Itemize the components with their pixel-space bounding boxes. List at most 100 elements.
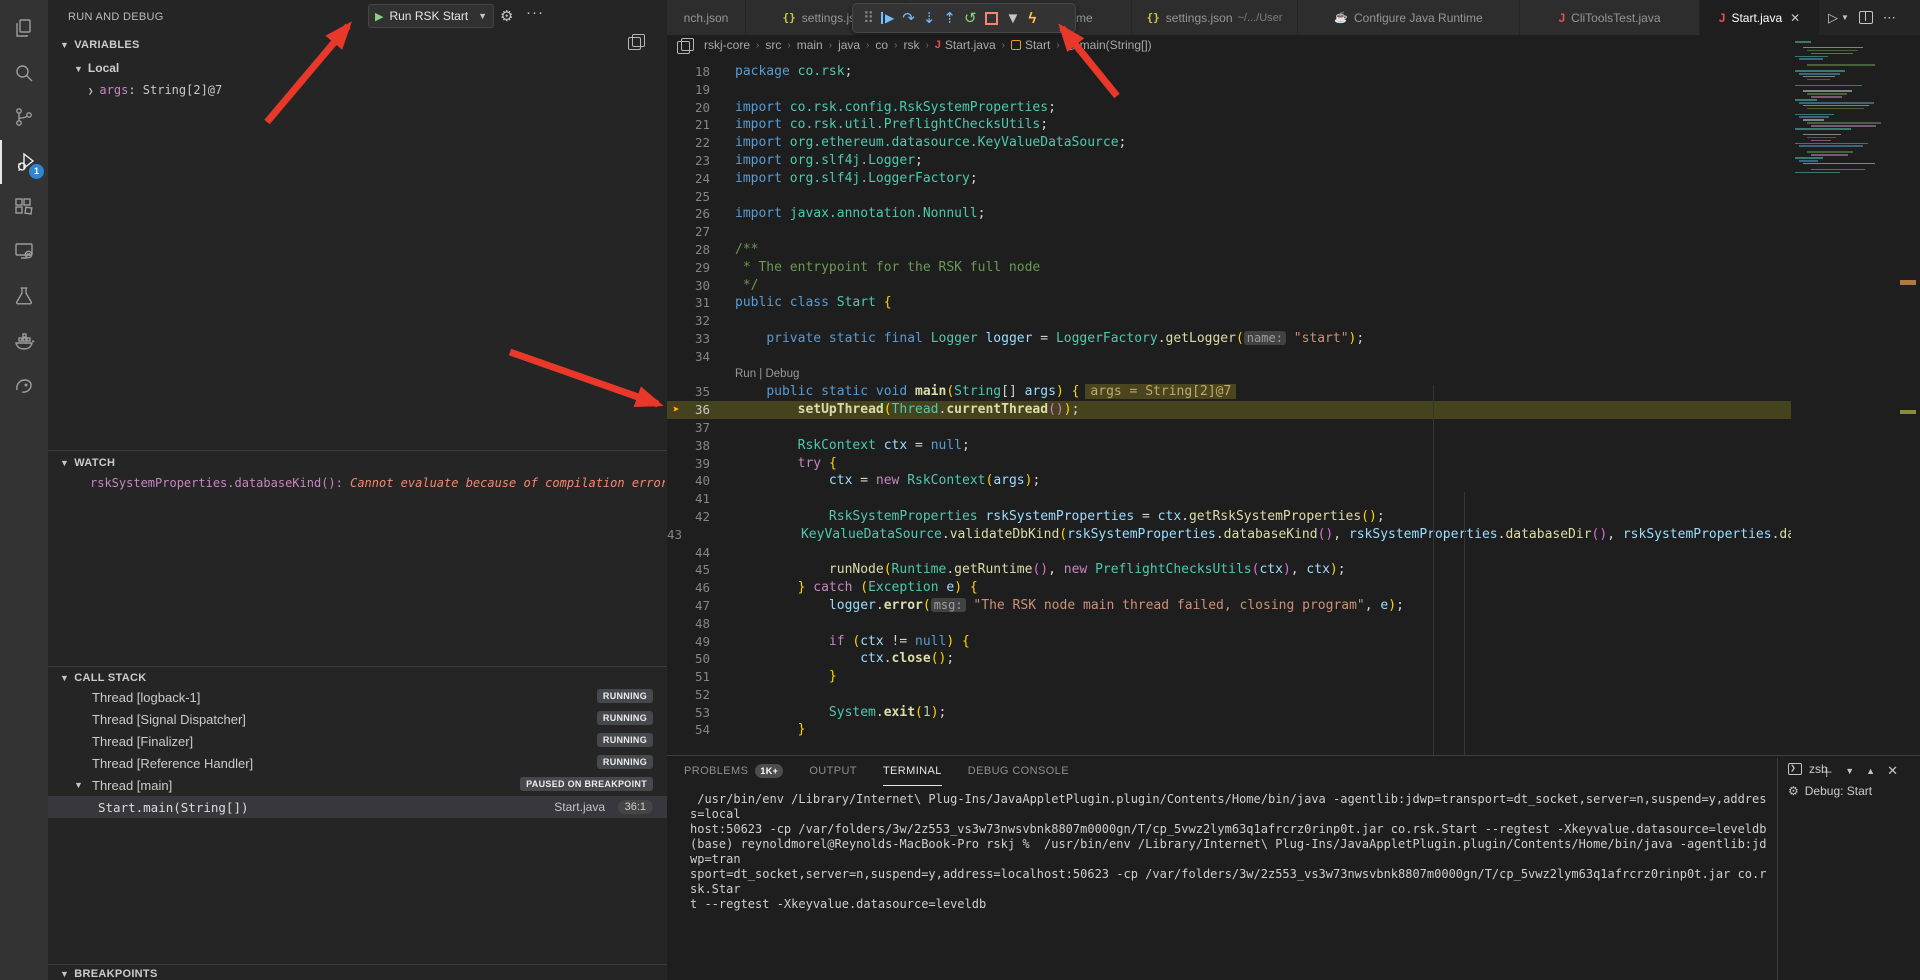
- code-line-19[interactable]: 19: [667, 81, 1791, 99]
- collapse-all-icon[interactable]: [628, 37, 641, 50]
- code-line-52[interactable]: 52: [667, 686, 1791, 704]
- code-line-31[interactable]: 31public class Start {: [667, 294, 1791, 312]
- run-config-label[interactable]: Run RSK Start: [389, 9, 478, 23]
- stop-icon[interactable]: [985, 12, 998, 25]
- chevron-down-icon[interactable]: ▼: [1006, 11, 1021, 26]
- breadcrumb-item[interactable]: main: [797, 38, 823, 52]
- breadcrumb-item[interactable]: src: [765, 38, 781, 52]
- watch-expression[interactable]: rskSystemProperties.databaseKind(): Cann…: [90, 476, 665, 490]
- extensions-icon[interactable]: [0, 184, 48, 228]
- close-icon[interactable]: ✕: [1790, 11, 1800, 25]
- tab-start-java[interactable]: JStart.java✕: [1700, 0, 1820, 35]
- breadcrumb-item[interactable]: main(String[]): [1066, 38, 1152, 52]
- breadcrumb-item[interactable]: java: [838, 38, 860, 52]
- docker-icon[interactable]: [0, 318, 48, 362]
- stack-frame-row[interactable]: Start.main(String[]) Start.java 36:1: [48, 796, 667, 818]
- code-line-50[interactable]: 50 ctx.close();: [667, 650, 1791, 668]
- breadcrumb-folder-icon[interactable]: [677, 41, 690, 54]
- code-line-44[interactable]: 44: [667, 544, 1791, 562]
- more-actions-icon[interactable]: ⋯: [1883, 10, 1896, 26]
- variable-args[interactable]: ❯args: String[2]@7: [88, 83, 222, 97]
- breadcrumb-item[interactable]: rsk: [903, 38, 919, 52]
- more-actions-icon[interactable]: ···: [526, 4, 544, 21]
- codelens-run-debug[interactable]: Run | Debug: [667, 366, 1791, 384]
- step-into-icon[interactable]: ⇣: [923, 11, 936, 26]
- code-line-20[interactable]: 20import co.rsk.config.RskSystemProperti…: [667, 99, 1791, 117]
- code-line-35[interactable]: 35 public static void main(String[] args…: [667, 383, 1791, 401]
- code-line-37[interactable]: 37: [667, 419, 1791, 437]
- code-line-32[interactable]: 32: [667, 312, 1791, 330]
- breakpoint-paused-icon[interactable]: ➤: [673, 401, 680, 419]
- split-editor-icon[interactable]: [1859, 11, 1873, 24]
- tab-terminal[interactable]: TERMINAL: [883, 756, 942, 786]
- tab-clitoolstest-java[interactable]: JCliToolsTest.java: [1520, 0, 1700, 35]
- code-line-30[interactable]: 30 */: [667, 277, 1791, 295]
- source-control-icon[interactable]: [0, 95, 48, 139]
- continue-icon[interactable]: ▶: [881, 12, 894, 24]
- tab-output[interactable]: OUTPUT: [809, 756, 857, 786]
- code-line-49[interactable]: 49 if (ctx != null) {: [667, 633, 1791, 651]
- code-line-43[interactable]: 43 KeyValueDataSource.validateDbKind(rsk…: [667, 526, 1791, 544]
- code-line-46[interactable]: 46 } catch (Exception e) {: [667, 579, 1791, 597]
- code-line-51[interactable]: 51 }: [667, 668, 1791, 686]
- call-stack-thread[interactable]: Thread [Reference Handler]RUNNING: [48, 752, 667, 774]
- terminal-session-zsh[interactable]: ❯ zsh: [1778, 758, 1920, 780]
- code-line-24[interactable]: 24import org.slf4j.LoggerFactory;: [667, 170, 1791, 188]
- code-line-27[interactable]: 27: [667, 223, 1791, 241]
- code-line-38[interactable]: 38 RskContext ctx = null;: [667, 437, 1791, 455]
- run-and-debug-icon[interactable]: 1: [0, 140, 50, 184]
- gear-icon[interactable]: ⚙: [500, 7, 513, 25]
- chevron-down-icon[interactable]: ▼: [1841, 13, 1849, 22]
- testing-icon[interactable]: [0, 274, 48, 318]
- code-line-26[interactable]: 26import javax.annotation.Nonnull;: [667, 205, 1791, 223]
- code-line-18[interactable]: 18package co.rsk;: [667, 63, 1791, 81]
- code-line-36[interactable]: ➤36 setUpThread(Thread.currentThread());: [667, 401, 1791, 419]
- tab-configure-java-runtime[interactable]: ☕Configure Java Runtime: [1298, 0, 1520, 35]
- code-line-42[interactable]: 42 RskSystemProperties rskSystemProperti…: [667, 508, 1791, 526]
- run-config-dropdown[interactable]: ▶ Run RSK Start ▼: [368, 4, 494, 28]
- call-stack-thread[interactable]: Thread [Signal Dispatcher]RUNNING: [48, 708, 667, 730]
- code-editor[interactable]: 18package co.rsk;1920import co.rsk.confi…: [667, 55, 1791, 755]
- terminal-output[interactable]: /usr/bin/env /Library/Internet\ Plug-Ins…: [690, 792, 1770, 912]
- code-line-40[interactable]: 40 ctx = new RskContext(args);: [667, 472, 1791, 490]
- breadcrumb-item[interactable]: Start: [1011, 38, 1050, 52]
- call-stack-section-header[interactable]: ▼CALL STACK: [60, 672, 146, 684]
- code-line-47[interactable]: 47 logger.error(msg: "The RSK node main …: [667, 597, 1791, 615]
- call-stack-thread[interactable]: ▼Thread [main]PAUSED ON BREAKPOINT: [48, 774, 667, 796]
- code-line-23[interactable]: 23import org.slf4j.Logger;: [667, 152, 1791, 170]
- breadcrumb-item[interactable]: JStart.java: [935, 38, 996, 52]
- restart-icon[interactable]: ↺: [964, 11, 977, 26]
- step-over-icon[interactable]: ↷: [902, 11, 915, 26]
- hot-code-replace-icon[interactable]: ϟ: [1028, 11, 1036, 26]
- code-line-33[interactable]: 33 private static final Logger logger = …: [667, 330, 1791, 348]
- code-line-54[interactable]: 54 }: [667, 721, 1791, 739]
- breakpoints-section-header[interactable]: ▼BREAKPOINTS: [60, 968, 158, 980]
- code-line-41[interactable]: 41: [667, 490, 1791, 508]
- tab-debug-console[interactable]: DEBUG CONSOLE: [968, 756, 1069, 786]
- breadcrumb-item[interactable]: rskj-core: [704, 38, 750, 52]
- code-line-22[interactable]: 22import org.ethereum.datasource.KeyValu…: [667, 134, 1791, 152]
- watch-section-header[interactable]: ▼WATCH: [60, 457, 115, 469]
- tab-nch-json[interactable]: nch.json: [667, 0, 746, 35]
- code-line-25[interactable]: 25: [667, 188, 1791, 206]
- variables-scope-local[interactable]: ▼Local: [74, 61, 119, 75]
- step-out-icon[interactable]: ⇡: [943, 11, 956, 26]
- tab-settings-json[interactable]: {}settings.json~/.../User: [1132, 0, 1298, 35]
- code-line-34[interactable]: 34: [667, 348, 1791, 366]
- drag-grip-icon[interactable]: ⠿: [863, 11, 873, 26]
- run-file-icon[interactable]: ▷: [1828, 10, 1838, 26]
- code-line-28[interactable]: 28/**: [667, 241, 1791, 259]
- run-play-icon[interactable]: ▶: [375, 10, 383, 23]
- terminal-session-debug[interactable]: ⚙ Debug: Start: [1778, 780, 1920, 802]
- search-icon[interactable]: [0, 51, 48, 95]
- explorer-icon[interactable]: [0, 6, 48, 50]
- chevron-down-icon[interactable]: ▼: [478, 11, 487, 21]
- code-line-53[interactable]: 53 System.exit(1);: [667, 704, 1791, 722]
- code-line-45[interactable]: 45 runNode(Runtime.getRuntime(), new Pre…: [667, 561, 1791, 579]
- breadcrumb-item[interactable]: co: [875, 38, 888, 52]
- tab-problems[interactable]: PROBLEMS 1K+: [684, 756, 783, 786]
- remote-explorer-icon[interactable]: [0, 229, 48, 273]
- variables-section-header[interactable]: ▼VARIABLES: [60, 39, 140, 51]
- call-stack-thread[interactable]: Thread [Finalizer]RUNNING: [48, 730, 667, 752]
- code-line-29[interactable]: 29 * The entrypoint for the RSK full nod…: [667, 259, 1791, 277]
